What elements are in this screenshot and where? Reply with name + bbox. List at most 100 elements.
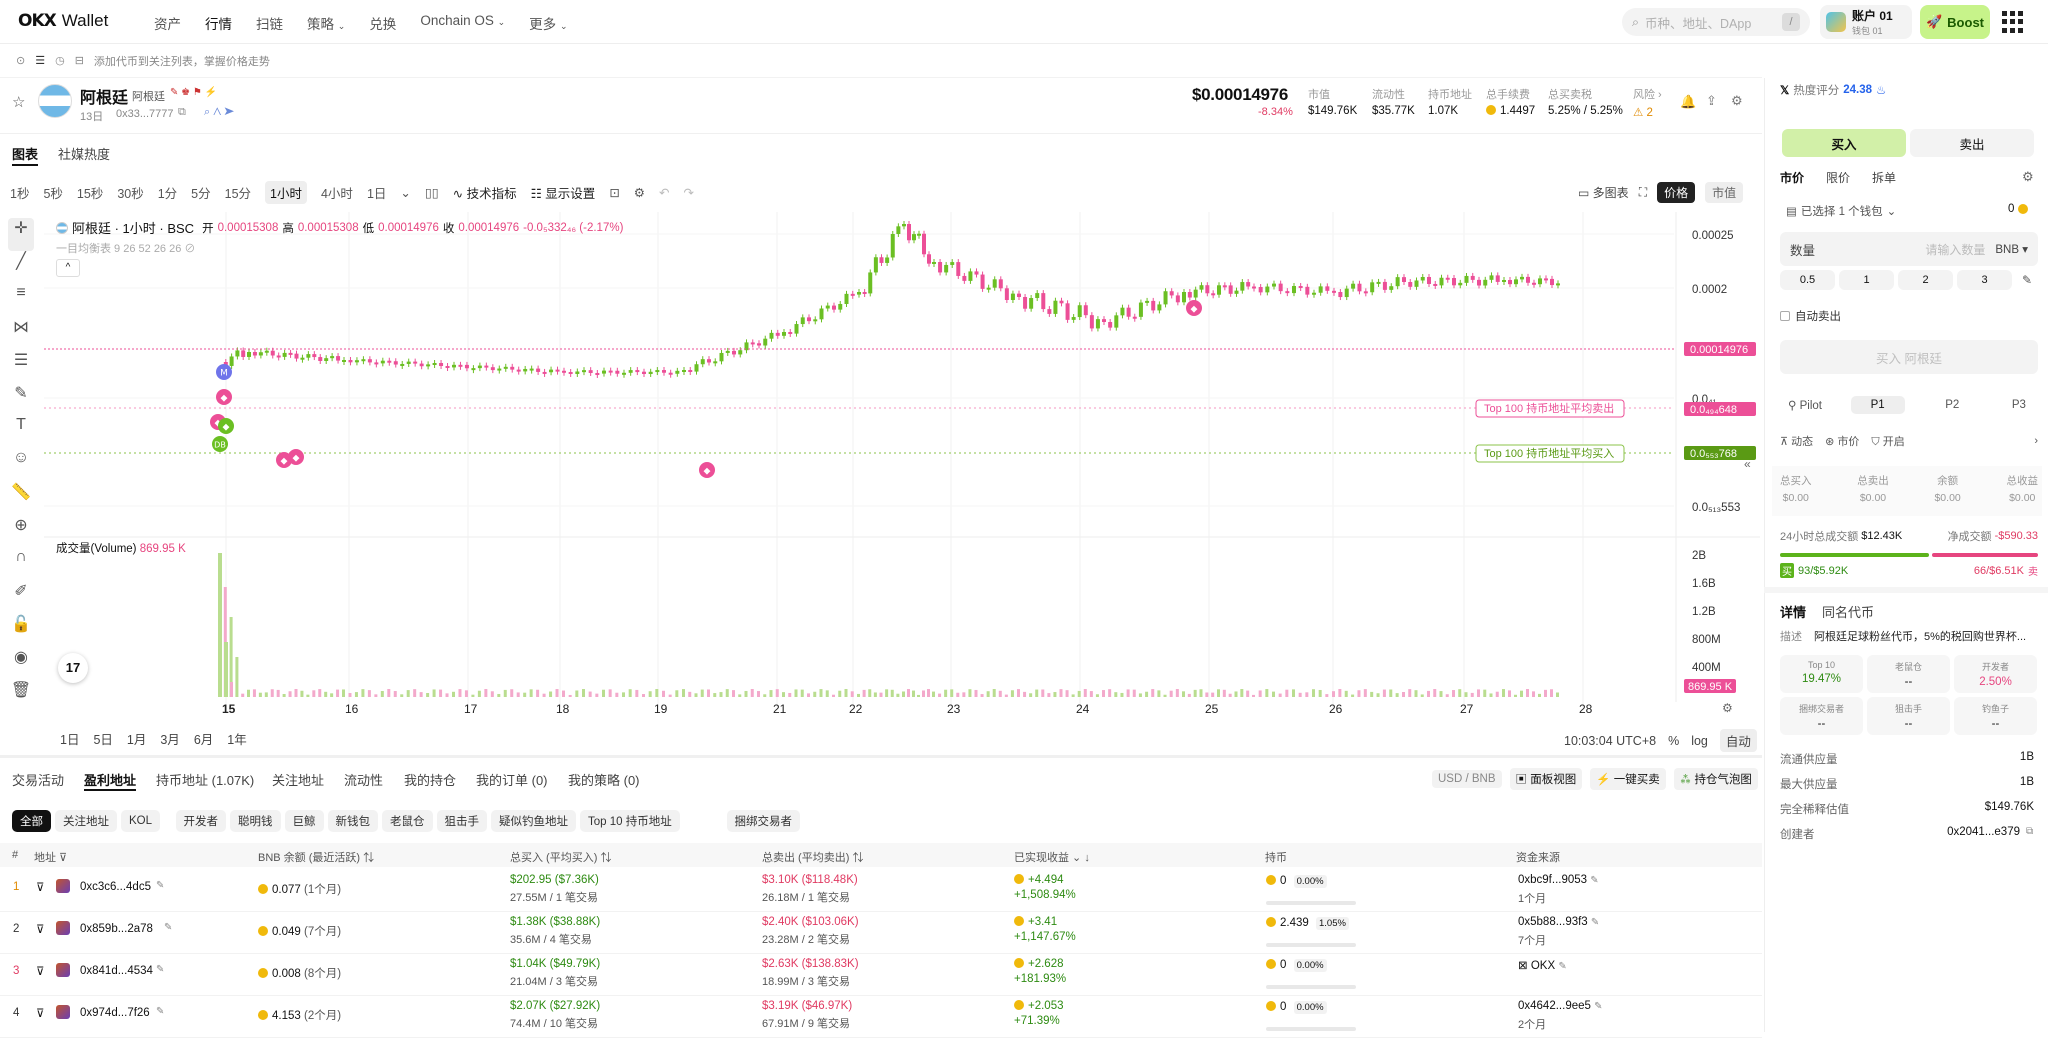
mcap-toggle[interactable]: 市值	[1705, 182, 1744, 203]
tf-5m[interactable]: 5分	[191, 183, 210, 202]
apps-grid-icon[interactable]	[2002, 11, 2024, 33]
row-source[interactable]: ⊠ OKX ✎	[1518, 958, 1567, 972]
undo-icon[interactable]: ↶	[659, 185, 669, 200]
tab-my-orders[interactable]: 我的订单 (0)	[476, 770, 548, 789]
edit-list-icon[interactable]: ⊟	[75, 54, 84, 67]
risk-badge[interactable]: 开发者 2.50%	[1954, 655, 2037, 693]
indicators-button[interactable]: ∿ 技术指标	[453, 183, 517, 202]
mode-settings[interactable]: ⊼ 动态 ⊛ 市价 ⛉ 开启 ›	[1780, 433, 2038, 449]
filter-chip[interactable]: 关注地址	[55, 810, 117, 832]
metric-risk[interactable]: 风险 › ⚠ 2	[1633, 86, 1662, 119]
filter-icon[interactable]: ⊽	[36, 922, 44, 936]
edit-icon[interactable]: ✎	[1591, 917, 1599, 928]
tf-4h[interactable]: 4小时	[321, 183, 353, 202]
risk-badge[interactable]: 捆绑交易者 --	[1780, 697, 1863, 735]
nav-item-more[interactable]: 更多 ⌄	[529, 13, 567, 33]
star-icon[interactable]: ☆	[12, 93, 25, 111]
preset-3[interactable]: 3	[1957, 270, 2012, 290]
nav-item-assets[interactable]: 资产	[154, 13, 181, 33]
tf-1h[interactable]: 1小时	[265, 180, 307, 204]
camera-icon[interactable]: ⊡	[609, 185, 619, 200]
order-tab-market[interactable]: 市价	[1780, 169, 1804, 186]
tab-liquidity[interactable]: 流动性	[344, 770, 383, 789]
social-icons[interactable]: ⌕ ⋀ ➤	[204, 106, 234, 119]
pattern-icon[interactable]: ⋈	[8, 317, 34, 350]
preset-2[interactable]: 2	[1898, 270, 1953, 290]
tab-my-strategies[interactable]: 我的策略 (0)	[568, 770, 640, 789]
board-view-button[interactable]: ▣ 面板视图	[1509, 768, 1583, 790]
crosshair-icon[interactable]: ✛	[8, 218, 34, 251]
tf-30s[interactable]: 30秒	[117, 183, 143, 202]
eye-icon[interactable]: ◉	[8, 647, 34, 680]
range-1m[interactable]: 1月	[127, 729, 146, 748]
display-settings-button[interactable]: ☷ 显示设置	[531, 183, 596, 202]
order-tab-limit[interactable]: 限价	[1826, 169, 1850, 186]
tab-social[interactable]: 社媒热度	[58, 144, 110, 163]
row-address[interactable]: 0x859b...2a78	[80, 923, 153, 935]
candle-type-icon[interactable]: ▯▯	[425, 185, 439, 200]
tab-details[interactable]: 详情	[1780, 602, 1806, 621]
preset-1[interactable]: 1	[1839, 270, 1894, 290]
fullscreen-icon[interactable]: ⛶	[1639, 185, 1647, 200]
filter-chip[interactable]: 捆绑交易者	[726, 810, 800, 832]
nav-item-market[interactable]: 行情	[205, 13, 232, 33]
token-address[interactable]: 0x33...7777	[116, 108, 174, 120]
trend-line-icon[interactable]: ╱	[8, 251, 34, 284]
history-icon[interactable]: ⊙	[16, 54, 25, 67]
price-chart[interactable]: 15 16 17 18 19 21 22 23 24 25 26 27 28 0.00025 0.0002 0…	[44, 212, 1760, 742]
tab-same-name[interactable]: 同名代币	[1822, 602, 1874, 621]
price-toggle[interactable]: 价格	[1657, 182, 1696, 203]
tab-holders[interactable]: 持币地址 (1.07K)	[156, 770, 254, 789]
tf-5s[interactable]: 5秒	[43, 183, 62, 202]
share-icon[interactable]: ⇪	[1706, 93, 1717, 109]
range-5d[interactable]: 5日	[93, 729, 112, 748]
sell-tab[interactable]: 卖出	[1910, 129, 2034, 157]
filter-chip[interactable]: 全部	[12, 810, 51, 832]
filter-chip[interactable]: 聪明钱	[230, 810, 281, 832]
filter-chip[interactable]: 新钱包	[327, 810, 378, 832]
percent-toggle[interactable]: %	[1668, 734, 1679, 748]
mode-p3[interactable]: P3	[2000, 396, 2038, 414]
filter-icon[interactable]: ⊽	[36, 1006, 44, 1020]
search-input[interactable]: ⌕ 币种、地址、DApp /	[1622, 8, 1810, 36]
settings-icon[interactable]: ⚙	[1722, 701, 1733, 715]
currency-toggle[interactable]: USD / BNB	[1432, 770, 1502, 788]
preset-0.5[interactable]: 0.5	[1780, 270, 1835, 290]
risk-badge[interactable]: Top 10 19.47%	[1780, 655, 1863, 693]
edit-icon[interactable]: ✎	[156, 964, 164, 975]
collapse-legend-button[interactable]: ^	[56, 259, 80, 277]
tf-1d[interactable]: 1日	[367, 183, 386, 202]
th-total-buy[interactable]: 总买入 (平均买入) ⇅	[510, 849, 611, 865]
tab-profit-addresses[interactable]: 盈利地址	[84, 770, 136, 789]
mode-p2[interactable]: P2	[1925, 396, 1979, 414]
nav-item-swap[interactable]: 兑换	[369, 13, 396, 33]
edit-icon[interactable]: ✎	[156, 880, 164, 891]
zoom-icon[interactable]: ⊕	[8, 515, 34, 548]
th-balance[interactable]: BNB 余额 (最近活跃) ⇅	[258, 849, 374, 865]
clock-icon[interactable]: ◷	[55, 54, 65, 67]
row-address[interactable]: 0xc3c6...4dc5	[80, 881, 151, 893]
quantity-unit[interactable]: BNB ▾	[1995, 242, 2028, 256]
nav-item-scan[interactable]: 扫链	[256, 13, 283, 33]
copy-icon[interactable]: ⧉	[2026, 826, 2033, 837]
copy-icon[interactable]: ⧉	[178, 106, 186, 119]
lock-icon[interactable]: 🔓	[8, 614, 34, 647]
chevron-down-icon[interactable]: ⌄	[400, 185, 410, 200]
buy-submit-button[interactable]: 买入 阿根廷	[1780, 340, 2038, 374]
range-1d[interactable]: 1日	[60, 729, 79, 748]
buy-tab[interactable]: 买入	[1782, 129, 1906, 157]
trash-icon[interactable]: 🗑	[8, 680, 34, 713]
account-switcher[interactable]: 账户 01 钱包 01	[1820, 5, 1912, 39]
brush-icon[interactable]: ✎	[8, 383, 34, 416]
nav-item-onchain-os[interactable]: Onchain OS ⌄	[420, 13, 505, 33]
edit-icon[interactable]: ✎	[1558, 961, 1566, 972]
emoji-icon[interactable]: ☺	[8, 449, 34, 482]
filter-chip[interactable]: 开发者	[175, 810, 226, 832]
hlines-icon[interactable]: ≡	[8, 284, 34, 317]
x-icon[interactable]: 𝕏	[1780, 83, 1789, 97]
th-realized-pnl[interactable]: 已实现收益 ⌄ ↓	[1014, 849, 1090, 865]
auto-sell-checkbox[interactable]	[1780, 311, 1790, 321]
tradingview-logo[interactable]: 17	[58, 653, 88, 683]
tab-watched[interactable]: 关注地址	[272, 770, 324, 789]
row-address[interactable]: 0x841d...4534	[80, 965, 153, 977]
